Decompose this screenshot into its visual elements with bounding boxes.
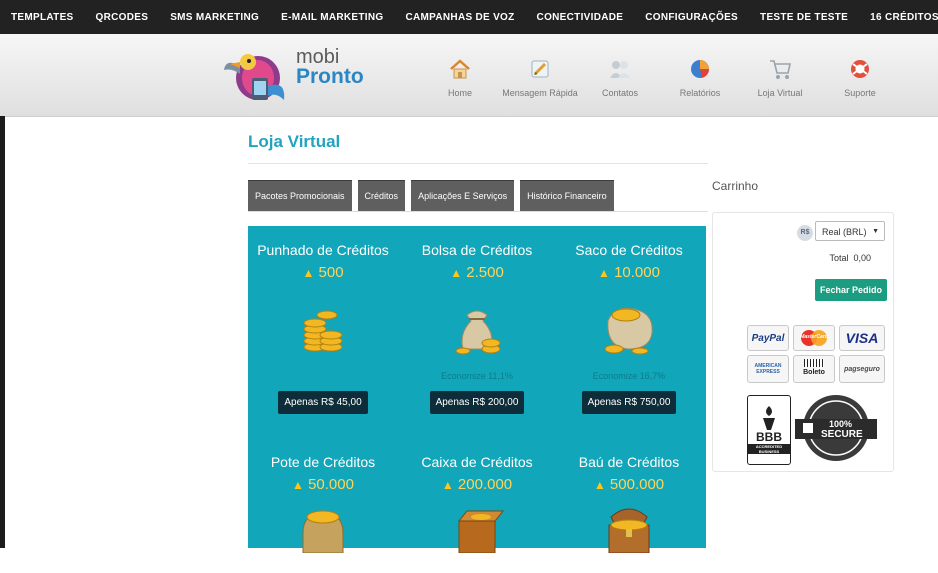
coins-icon: ▲ <box>450 266 463 280</box>
header-nav-suporte[interactable]: Suporte <box>820 58 900 98</box>
product-grid: Punhado de Créditos ▲ 500 Apenas R$ 45,0… <box>248 226 706 554</box>
site-header: mobi Pronto Home Mensagem Rápida Contato… <box>0 34 938 117</box>
checkout-button[interactable]: Fechar Pedido <box>815 279 887 301</box>
store-tabs: Pacotes Promocionais Créditos Aplicações… <box>248 180 620 212</box>
header-nav-relatorios-label: Relatórios <box>679 88 721 98</box>
nav-sms-marketing[interactable]: SMS MARKETING <box>159 12 270 23</box>
product-name: Bolsa de Créditos <box>421 242 533 258</box>
secure-seal: 100% SECURE <box>793 393 883 465</box>
page-title: Loja Virtual <box>248 132 341 151</box>
logo-text-pronto: Pronto <box>296 65 364 88</box>
mobipronto-logo[interactable]: mobi Pronto <box>222 46 372 108</box>
product-card-saco: Saco de Créditos ▲ 10.000 Economize 16,7… <box>554 226 704 414</box>
header-nav-home-label: Home <box>447 88 472 98</box>
header-nav-loja-virtual[interactable]: Loja Virtual <box>740 58 820 98</box>
buy-button-bolsa[interactable]: Apenas R$ 200,00 <box>429 391 525 414</box>
tabs-divider <box>248 211 708 212</box>
coin-pouch-icon <box>455 310 501 355</box>
boleto-logo: Boleto <box>793 355 835 383</box>
tab-pacotes-promocionais[interactable]: Pacotes Promocionais <box>248 180 352 212</box>
chevron-down-icon: ▼ <box>872 228 879 235</box>
torch-icon <box>763 406 775 430</box>
buy-button-saco[interactable]: Apenas R$ 750,00 <box>581 391 677 414</box>
left-edge-border <box>0 116 5 548</box>
product-name: Pote de Créditos <box>270 454 376 470</box>
reports-icon <box>691 60 710 78</box>
nav-credits[interactable]: 16 CRÉDITOS <box>859 12 938 23</box>
support-icon <box>851 60 869 78</box>
product-economy <box>248 371 398 383</box>
product-qty: 2.500 <box>466 264 504 281</box>
product-economy: Economize 16,7% <box>592 371 666 381</box>
header-nav-contatos-label: Contatos <box>601 88 639 98</box>
nav-campanhas-de-voz[interactable]: CAMPANHAS DE VOZ <box>394 12 525 23</box>
cart-panel: R$ Real (BRL) ▼ Total 0,00 Fechar Pedido… <box>712 212 894 472</box>
product-qty: 50.000 <box>308 476 354 493</box>
bbb-accredited-badge: BBB ACCREDITED BUSINESS <box>747 395 791 465</box>
coin-sack-icon <box>604 307 653 355</box>
buy-button-punhado[interactable]: Apenas R$ 45,00 <box>278 391 368 414</box>
pagseguro-logo: pagseguro <box>839 355 885 383</box>
treasure-chest-icon <box>608 508 650 554</box>
quick-message-icon <box>531 60 549 78</box>
coins-icon: ▲ <box>593 478 606 492</box>
tab-creditos[interactable]: Créditos <box>357 180 406 212</box>
product-name: Baú de Créditos <box>578 454 680 470</box>
parrot-logo-icon <box>224 54 285 100</box>
coin-stack-icon <box>303 310 343 352</box>
currency-select[interactable]: Real (BRL) ▼ <box>815 221 885 241</box>
coins-icon: ▲ <box>598 266 610 280</box>
product-card-caixa: Caixa de Créditos ▲ 200.000 <box>402 438 552 573</box>
product-name: Punhado de Créditos <box>257 242 389 258</box>
currency-select-value: Real (BRL) <box>822 227 867 237</box>
home-icon <box>450 59 470 79</box>
coins-icon: ▲ <box>302 266 315 280</box>
coins-icon: ▲ <box>441 478 454 492</box>
barcode-icon <box>804 359 824 367</box>
total-label: Total <box>829 253 849 263</box>
tab-historico-financeiro[interactable]: Histórico Financeiro <box>520 180 614 212</box>
product-qty: 500.000 <box>609 476 665 493</box>
cart-total: Total 0,00 <box>829 253 871 263</box>
header-nav: Home Mensagem Rápida Contatos Relatórios… <box>420 58 900 98</box>
coin-pot-icon <box>302 510 344 554</box>
product-economy: Economize 11,1% <box>441 371 513 381</box>
cart-icon <box>770 60 791 79</box>
total-value: 0,00 <box>853 253 871 263</box>
mastercard-logo: MasterCard <box>793 325 835 351</box>
product-card-bau: Baú de Créditos ▲ 500.000 <box>554 438 704 573</box>
tab-aplicacoes-e-servicos[interactable]: Aplicações E Serviços <box>411 180 515 212</box>
header-nav-home[interactable]: Home <box>420 58 500 98</box>
header-nav-suporte-label: Suporte <box>844 88 876 98</box>
header-nav-loja-virtual-label: Loja Virtual <box>757 88 803 98</box>
nav-configuracoes[interactable]: CONFIGURAÇÕES <box>634 12 749 23</box>
coins-icon: ▲ <box>292 478 304 492</box>
coin-crate-icon <box>457 510 505 554</box>
header-nav-contatos[interactable]: Contatos <box>580 58 660 98</box>
product-qty: 200.000 <box>457 476 513 493</box>
cart-title: Carrinho <box>712 179 759 193</box>
nav-qrcodes[interactable]: QRCODES <box>85 12 160 23</box>
nav-templates[interactable]: TEMPLATES <box>0 12 85 23</box>
header-nav-relatorios[interactable]: Relatórios <box>660 58 740 98</box>
visa-logo: VISA <box>839 325 885 351</box>
nav-user-menu[interactable]: TESTE DE TESTE <box>749 12 859 23</box>
title-divider <box>248 163 708 164</box>
header-nav-mensagem-rapida[interactable]: Mensagem Rápida <box>500 58 580 98</box>
product-card-pote: Pote de Créditos ▲ 50.000 <box>248 438 398 573</box>
amex-logo: AMERICAN EXPRESS <box>747 355 789 383</box>
product-card-bolsa: Bolsa de Créditos ▲ 2.500 Economize 11,1… <box>402 226 552 414</box>
contacts-icon <box>610 61 630 78</box>
nav-conectividade[interactable]: CONECTIVIDADE <box>526 12 635 23</box>
product-name: Caixa de Créditos <box>421 454 533 470</box>
product-qty: 500 <box>318 264 344 281</box>
currency-icon: R$ <box>797 225 813 241</box>
nav-email-marketing[interactable]: E-MAIL MARKETING <box>270 12 394 23</box>
header-nav-mensagem-rapida-label: Mensagem Rápida <box>502 88 578 98</box>
product-name: Saco de Créditos <box>575 242 683 258</box>
top-navbar: TEMPLATES QRCODES SMS MARKETING E-MAIL M… <box>0 0 938 34</box>
product-qty: 10.000 <box>614 264 660 281</box>
product-card-punhado: Punhado de Créditos ▲ 500 Apenas R$ 45,0… <box>248 226 398 414</box>
paypal-logo: PayPal <box>747 325 789 351</box>
